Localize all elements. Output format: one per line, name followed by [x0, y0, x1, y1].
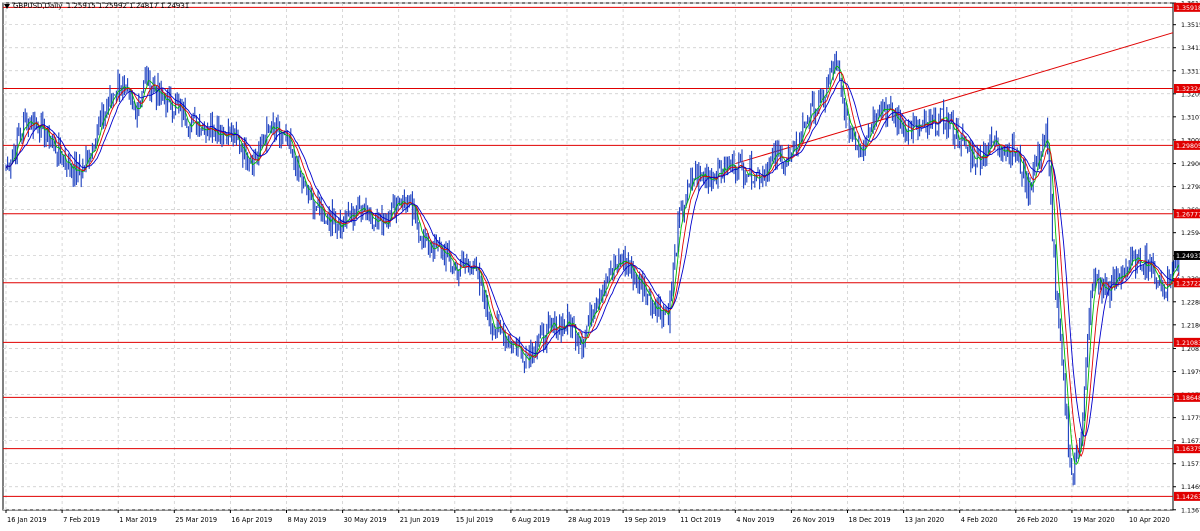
y-tick-label: 1.13670 [1181, 507, 1200, 514]
dropdown-arrow-icon[interactable] [4, 3, 10, 9]
y-tick-label: 1.17750 [1181, 415, 1200, 422]
y-tick-label: 1.15710 [1181, 461, 1200, 468]
y-tick-label: 1.33110 [1181, 68, 1200, 75]
x-tick-label: 15 Jul 2019 [456, 516, 493, 524]
x-tick-label: 16 Apr 2019 [231, 516, 272, 524]
x-tick-label: 4 Feb 2020 [961, 516, 998, 524]
x-tick-label: 21 Jun 2019 [400, 516, 440, 524]
chart-svg: 1.361101.351501.341301.331101.320901.310… [2, 1, 1200, 524]
plot-frame [2, 2, 1174, 511]
y-tick-label: 1.21860 [1181, 322, 1200, 329]
x-tick-label: 16 Jan 2019 [7, 516, 47, 524]
current-price-label: 1.24931 [1176, 253, 1200, 260]
level-price-label: 1.14263 [1176, 494, 1200, 501]
chart: 1.361101.351501.341301.331101.320901.310… [0, 0, 1200, 527]
level-price-label: 1.29805 [1176, 143, 1200, 150]
x-tick-label: 19 Mar 2020 [1073, 516, 1115, 524]
y-tick-label: 1.14690 [1181, 484, 1200, 491]
x-tick-label: 8 May 2019 [288, 516, 327, 524]
y-tick-label: 1.27980 [1181, 184, 1200, 191]
chart-info: GBPUSD,Daily 1.25915 1.25992 1.24817 1.2… [4, 2, 189, 10]
y-tick-label: 1.25940 [1181, 230, 1200, 237]
x-tick-label: 6 Aug 2019 [512, 516, 550, 524]
y-tick-label: 1.31070 [1181, 114, 1200, 121]
y-tick-label: 1.34130 [1181, 45, 1200, 52]
level-price-label: 1.32324 [1176, 86, 1200, 93]
level-price-label: 1.35918 [1176, 5, 1200, 12]
x-tick-label: 13 Jan 2020 [905, 516, 945, 524]
x-tick-label: 30 May 2019 [344, 516, 387, 524]
x-tick-label: 28 Aug 2019 [568, 516, 610, 524]
x-tick-label: 26 Feb 2020 [1017, 516, 1058, 524]
x-tick-label: 1 Mar 2019 [119, 516, 157, 524]
ohlc-values: 1.25915 1.25992 1.24817 1.24931 [66, 2, 190, 10]
level-price-label: 1.16375 [1176, 446, 1200, 453]
x-tick-label: 7 Feb 2019 [63, 516, 100, 524]
x-tick-label: 19 Sep 2019 [624, 516, 666, 524]
x-tick-label: 11 Oct 2019 [680, 516, 721, 524]
y-tick-label: 1.22880 [1181, 299, 1200, 306]
level-price-label: 1.21083 [1176, 340, 1200, 347]
x-tick-label: 10 Apr 2020 [1129, 516, 1170, 524]
y-tick-label: 1.29000 [1181, 161, 1200, 168]
y-tick-label: 1.35150 [1181, 22, 1200, 29]
level-price-label: 1.18648 [1176, 395, 1200, 402]
y-tick-label: 1.19790 [1181, 369, 1200, 376]
symbol-label: GBPUSD,Daily [13, 2, 63, 10]
level-price-label: 1.26777 [1176, 211, 1200, 218]
x-tick-label: 4 Nov 2019 [736, 516, 774, 524]
x-tick-label: 26 Nov 2019 [792, 516, 834, 524]
x-tick-label: 25 Mar 2019 [175, 516, 217, 524]
y-tick-label: 1.20810 [1181, 346, 1200, 353]
y-tick-label: 1.16730 [1181, 438, 1200, 445]
level-price-label: 1.23722 [1176, 280, 1200, 287]
x-tick-label: 18 Dec 2019 [849, 516, 891, 524]
